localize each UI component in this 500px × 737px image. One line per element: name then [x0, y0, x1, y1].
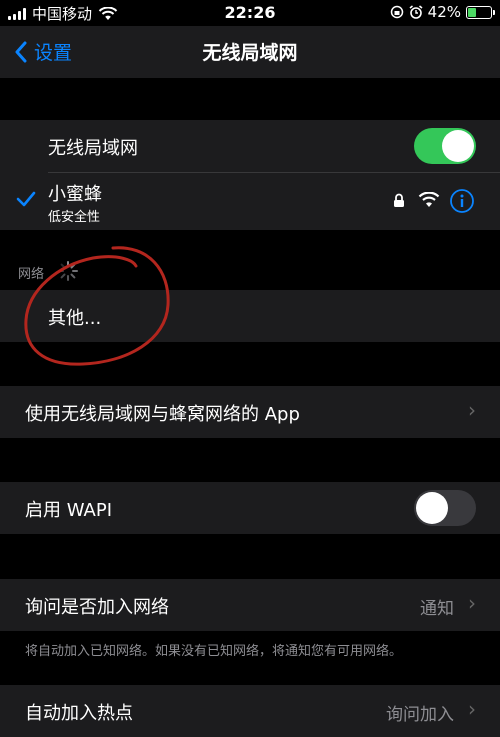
chevron-right-icon: ›: [468, 591, 476, 615]
annotation-circle: [24, 246, 170, 366]
page-title: 无线局域网: [202, 42, 298, 64]
wifi-icon: [418, 192, 440, 207]
wifi-toggle[interactable]: [414, 128, 476, 164]
wifi-toggle-row: 无线局域网: [0, 120, 500, 172]
apps-group: 使用无线局域网与蜂窝网络的 App ›: [0, 386, 500, 438]
wapi-toggle[interactable]: [414, 490, 476, 526]
ask-join-note: 将自动加入已知网络。如果没有已知网络，将通知您有可用网络。: [25, 644, 403, 659]
apps-row[interactable]: 使用无线局域网与蜂窝网络的 App ›: [0, 386, 500, 438]
status-bar: 中国移动 22:26 42%: [0, 0, 500, 26]
hotspot-group: 自动加入热点 询问加入 ›: [0, 685, 500, 737]
ask-join-label: 询问是否加入网络: [25, 597, 169, 618]
ask-join-value: 通知: [420, 599, 454, 619]
ask-join-group: 询问是否加入网络 通知 ›: [0, 579, 500, 631]
status-right: 42%: [390, 3, 495, 21]
hotspot-row[interactable]: 自动加入热点 询问加入 ›: [0, 685, 500, 737]
wifi-group: 无线局域网 小蜜蜂 低安全性: [0, 120, 500, 230]
checkmark-icon: [16, 191, 36, 207]
info-icon[interactable]: [449, 188, 475, 214]
network-name: 小蜜蜂: [48, 184, 102, 205]
network-security: 低安全性: [48, 210, 101, 225]
wifi-label: 无线局域网: [48, 138, 138, 159]
orientation-lock-icon: [390, 5, 403, 19]
chevron-right-icon: ›: [468, 697, 476, 721]
navigation-bar: 设置 无线局域网: [0, 26, 500, 78]
hotspot-label: 自动加入热点: [25, 703, 133, 724]
connected-network-row[interactable]: 小蜜蜂 低安全性: [0, 172, 500, 230]
battery-percent: 42%: [427, 3, 461, 21]
battery-icon: [466, 5, 495, 19]
apps-label: 使用无线局域网与蜂窝网络的 App: [25, 404, 300, 425]
alarm-icon: [409, 5, 423, 19]
wapi-row: 启用 WAPI: [0, 482, 500, 534]
hotspot-value: 询问加入: [386, 705, 454, 725]
ask-join-row[interactable]: 询问是否加入网络 通知 ›: [0, 579, 500, 631]
lock-icon: [394, 193, 404, 207]
wapi-group: 启用 WAPI: [0, 482, 500, 534]
chevron-right-icon: ›: [468, 398, 476, 422]
wapi-label: 启用 WAPI: [25, 500, 113, 521]
